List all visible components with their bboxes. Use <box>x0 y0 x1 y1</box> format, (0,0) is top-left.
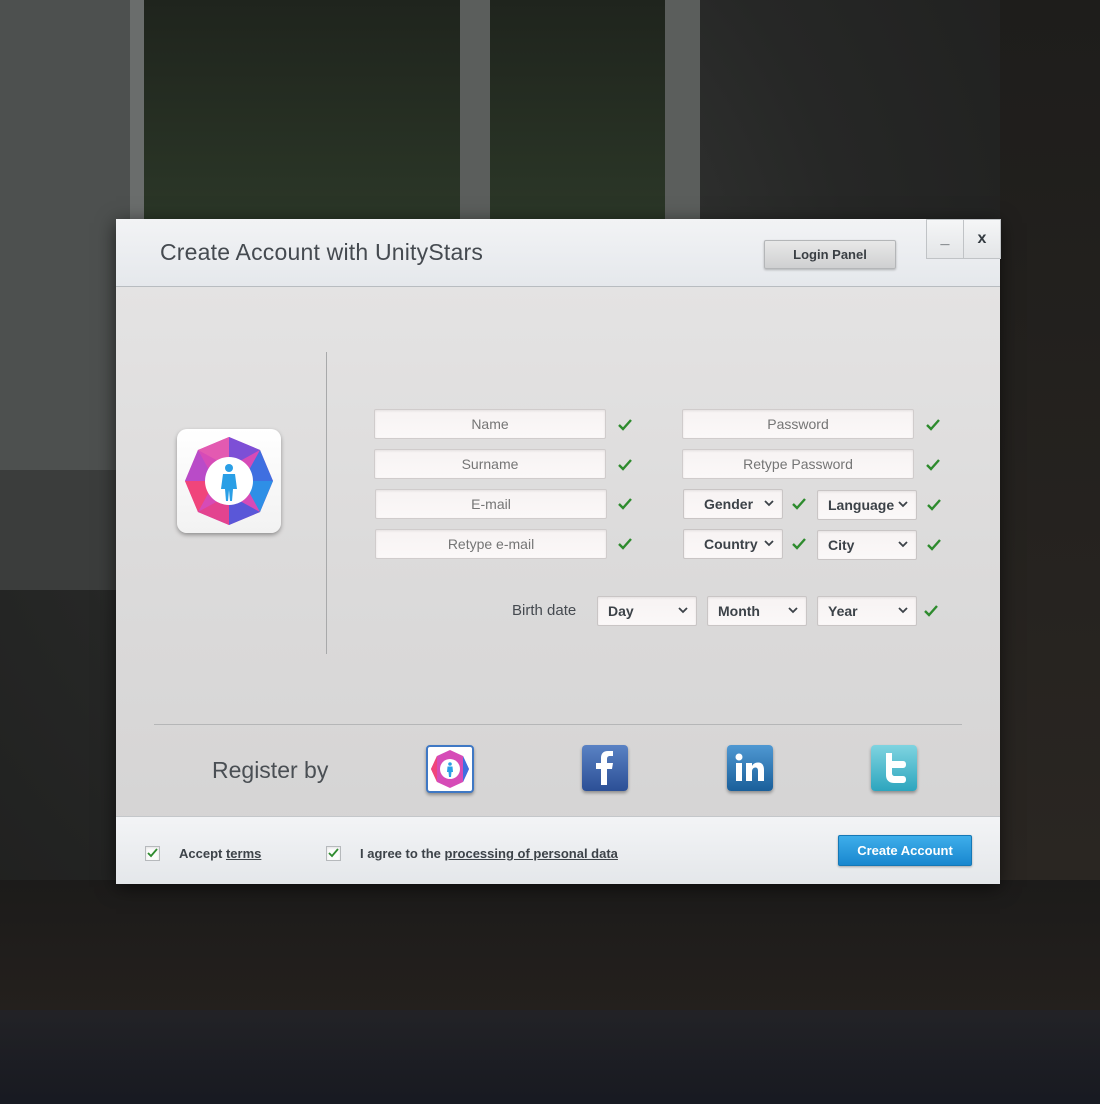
retype-email-field[interactable] <box>375 529 607 559</box>
retype-password-field[interactable] <box>682 449 914 479</box>
unitystars-logo <box>177 429 281 533</box>
birth-date-valid-check-icon <box>924 605 938 617</box>
birth-date-label: Birth date <box>512 602 577 619</box>
surname-input[interactable] <box>375 450 605 478</box>
chevron-down-icon <box>764 540 774 547</box>
email-input[interactable] <box>376 490 606 518</box>
personal-data-prefix: I agree to the <box>360 846 445 861</box>
register-by-label: Register by <box>212 757 329 783</box>
retype-email-input[interactable] <box>376 530 606 558</box>
year-select[interactable]: Year <box>817 596 917 626</box>
chevron-down-icon <box>898 607 908 614</box>
minimize-button[interactable]: _ <box>926 219 964 259</box>
city-valid-check-icon <box>927 539 941 551</box>
register-facebook-button[interactable] <box>582 745 628 791</box>
gender-valid-check-icon <box>792 498 806 510</box>
chevron-down-icon <box>788 607 798 614</box>
surname-valid-check-icon <box>618 459 632 471</box>
country-valid-check-icon <box>792 538 806 550</box>
twitter-icon <box>886 753 906 783</box>
checkmark-icon <box>328 848 339 858</box>
dialog-title: Create Account with UnityStars <box>160 239 484 265</box>
background-frame-left <box>0 0 130 510</box>
create-account-button[interactable]: Create Account <box>838 835 972 866</box>
chevron-down-icon <box>898 501 908 508</box>
register-twitter-button[interactable] <box>871 745 917 791</box>
surname-field[interactable] <box>374 449 606 479</box>
accept-terms-checkbox[interactable] <box>145 846 160 861</box>
language-label: Language <box>828 497 895 513</box>
password-field[interactable] <box>682 409 914 439</box>
country-select[interactable]: Country <box>683 529 783 559</box>
background-frame-mullion <box>460 0 490 220</box>
personal-data-checkbox[interactable] <box>326 846 341 861</box>
checkmark-icon <box>147 848 158 858</box>
name-valid-check-icon <box>618 419 632 431</box>
password-input[interactable] <box>683 410 913 438</box>
dialog-footer: Accept terms I agree to the processing o… <box>116 816 1000 884</box>
facebook-icon <box>596 751 613 785</box>
vertical-divider <box>326 352 327 654</box>
city-label: City <box>828 537 855 553</box>
dialog-header: Create Account with UnityStars Login Pan… <box>116 219 1001 287</box>
country-label: Country <box>704 536 758 552</box>
background-sill <box>0 470 116 590</box>
personal-data-link[interactable]: processing of personal data <box>445 846 618 861</box>
background-frame-mullion-2 <box>665 0 700 220</box>
terms-link[interactable]: terms <box>226 846 261 861</box>
unitystars-icon <box>431 750 469 788</box>
close-button[interactable]: x <box>963 219 1001 259</box>
day-select[interactable]: Day <box>597 596 697 626</box>
personal-data-text: I agree to the processing of personal da… <box>360 846 618 861</box>
gender-select[interactable]: Gender <box>683 489 783 519</box>
register-unitystars-button[interactable] <box>426 745 474 793</box>
email-valid-check-icon <box>618 498 632 510</box>
name-input[interactable] <box>375 410 605 438</box>
password-valid-check-icon <box>926 419 940 431</box>
gender-label: Gender <box>704 496 754 512</box>
chevron-down-icon <box>764 500 774 507</box>
background-cabinet <box>1000 0 1100 880</box>
retype-password-valid-check-icon <box>926 459 940 471</box>
horizontal-divider <box>154 724 962 725</box>
retype-email-valid-check-icon <box>618 538 632 550</box>
email-field[interactable] <box>375 489 607 519</box>
day-label: Day <box>608 603 634 619</box>
name-field[interactable] <box>374 409 606 439</box>
background-floor-reflection <box>0 1010 1100 1104</box>
retype-password-input[interactable] <box>683 450 913 478</box>
create-account-dialog: Create Account with UnityStars Login Pan… <box>116 219 1001 884</box>
login-panel-button[interactable]: Login Panel <box>764 240 896 269</box>
month-label: Month <box>718 603 760 619</box>
unitystars-logo-icon <box>185 437 273 525</box>
accept-terms-prefix: Accept <box>179 846 226 861</box>
chevron-down-icon <box>678 607 688 614</box>
city-select[interactable]: City <box>817 530 917 560</box>
chevron-down-icon <box>898 541 908 548</box>
month-select[interactable]: Month <box>707 596 807 626</box>
accept-terms-text: Accept terms <box>179 846 261 861</box>
language-select[interactable]: Language <box>817 490 917 520</box>
linkedin-icon <box>735 753 764 781</box>
year-label: Year <box>828 603 858 619</box>
language-valid-check-icon <box>927 499 941 511</box>
register-linkedin-button[interactable] <box>727 745 773 791</box>
